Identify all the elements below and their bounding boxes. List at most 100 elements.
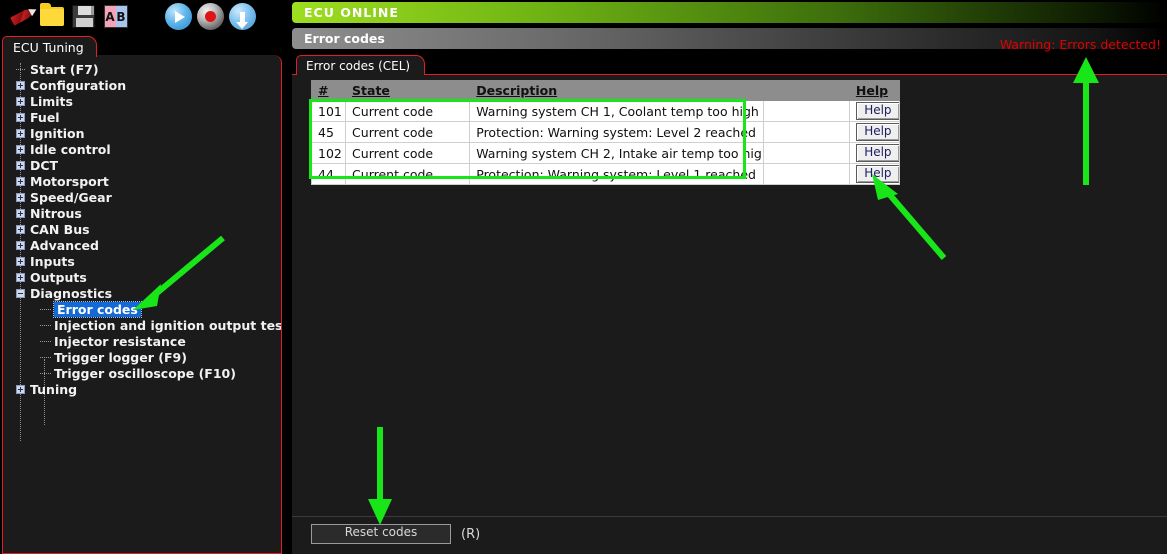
column-header-label: Description	[476, 83, 558, 98]
page-title: Error codes	[304, 31, 385, 46]
expand-plus-icon[interactable]	[16, 384, 25, 394]
column-header: Help	[848, 80, 901, 101]
sidebar-item-tuning[interactable]: Tuning	[13, 381, 281, 397]
column-header	[762, 80, 850, 101]
cell-description: Warning system CH 2, Intake air temp too…	[469, 142, 764, 164]
collapse-minus-icon[interactable]	[16, 288, 25, 298]
ecu-status-bar: ECU ONLINE	[292, 2, 1167, 23]
sidebar-item-injector-resistance[interactable]: Injector resistance	[13, 333, 281, 349]
ecu-tuning-window: AB ECU Tuning Start (F7) Configuration Lim…	[0, 0, 1167, 554]
cell-help: Help	[848, 142, 901, 164]
pen-tool-icon[interactable]	[8, 3, 35, 30]
sidebar-item-label: DCT	[30, 157, 59, 173]
sidebar-item-nitrous[interactable]: Nitrous	[13, 205, 281, 221]
expand-plus-icon[interactable]	[16, 160, 25, 170]
help-button[interactable]: Help	[855, 102, 899, 120]
column-header-label: Help	[855, 83, 889, 98]
sidebar-item-label: Inputs	[30, 253, 75, 269]
tree-leaf-icon	[40, 337, 51, 346]
sidebar-item-start-f7[interactable]: Start (F7)	[13, 61, 281, 77]
sidebar-item-label: Trigger oscilloscope (F10)	[54, 365, 236, 381]
toolbar: AB	[0, 0, 288, 33]
cell-num: 45	[310, 121, 347, 143]
sidebar-item-outputs[interactable]: Outputs	[13, 269, 281, 285]
sidebar-item-label: Speed/Gear	[30, 189, 112, 205]
expand-plus-icon[interactable]	[16, 192, 25, 202]
expand-plus-icon[interactable]	[16, 128, 25, 138]
error-codes-table-wrapper: # State Description Help 101 Current code War…	[310, 80, 901, 185]
sidebar-item-label: Limits	[30, 93, 73, 109]
sidebar-item-fuel[interactable]: Fuel	[13, 109, 281, 125]
column-header: #	[310, 80, 347, 101]
save-floppy-icon[interactable]	[70, 3, 97, 30]
help-button[interactable]: Help	[855, 123, 899, 141]
expand-plus-icon[interactable]	[16, 112, 25, 122]
sidebar-item-label: Ignition	[30, 125, 85, 141]
table-row[interactable]: 102 Current code Warning system CH 2, Inta…	[310, 142, 901, 164]
sidebar-item-label: Start (F7)	[30, 61, 99, 77]
expand-plus-icon[interactable]	[16, 208, 25, 218]
tree-leaf-icon	[40, 321, 51, 330]
reset-codes-button[interactable]: Reset codes	[311, 524, 451, 544]
error-codes-table: # State Description Help 101 Current code War…	[310, 80, 901, 185]
table-row[interactable]: 44 Current code Protection: Warning system…	[310, 163, 901, 185]
sidebar-item-diagnostics[interactable]: Diagnostics	[13, 285, 281, 301]
table-header-row: # State Description Help	[310, 80, 901, 101]
sidebar-item-inputs[interactable]: Inputs	[13, 253, 281, 269]
ab-compare-icon[interactable]: AB	[102, 3, 129, 30]
sidebar-item-advanced[interactable]: Advanced	[13, 237, 281, 253]
help-button[interactable]: Help	[855, 144, 899, 162]
expand-plus-icon[interactable]	[16, 272, 25, 282]
column-header-label: State	[352, 83, 390, 98]
cell-help: Help	[848, 100, 901, 122]
sidebar-item-error-codes[interactable]: Error codes	[13, 300, 281, 318]
table-row[interactable]: 101 Current code Warning system CH 1, Cool…	[310, 100, 901, 122]
tab-error-codes-cel[interactable]: Error codes (CEL)	[296, 55, 426, 75]
sidebar-item-label: Injection and ignition output test	[54, 317, 282, 333]
cell-state: Current code	[345, 121, 471, 143]
sidebar-item-label: Error codes	[53, 300, 142, 318]
sidebar-item-speed-gear[interactable]: Speed/Gear	[13, 189, 281, 205]
sidebar-item-configuration[interactable]: Configuration	[13, 77, 281, 93]
expand-plus-icon[interactable]	[16, 176, 25, 186]
download-icon[interactable]	[229, 3, 256, 30]
expand-plus-icon[interactable]	[16, 240, 25, 250]
expand-plus-icon[interactable]	[16, 256, 25, 266]
expand-plus-icon[interactable]	[16, 144, 25, 154]
cell-blank	[762, 142, 850, 164]
sidebar-item-label: Nitrous	[30, 205, 82, 221]
sidebar-item-dct[interactable]: DCT	[13, 157, 281, 173]
sidebar-item-injection-and-ignition-output-test[interactable]: Injection and ignition output test	[13, 317, 281, 333]
cell-blank	[762, 100, 850, 122]
help-button[interactable]: Help	[855, 165, 899, 183]
warning-message: Warning: Errors detected!	[999, 37, 1161, 52]
sidebar-item-label: Injector resistance	[54, 333, 186, 349]
tree-leaf-icon	[40, 305, 51, 314]
sidebar-item-limits[interactable]: Limits	[13, 93, 281, 109]
expand-plus-icon[interactable]	[16, 96, 25, 106]
sidebar-item-idle-control[interactable]: Idle control	[13, 141, 281, 157]
tab-ecu-tuning[interactable]: ECU Tuning	[2, 36, 97, 57]
sidebar-item-label: Fuel	[30, 109, 60, 125]
folder-open-icon[interactable]	[38, 3, 65, 30]
reset-shortcut-label: (R)	[461, 526, 481, 542]
sidebar-item-trigger-logger-f9[interactable]: Trigger logger (F9)	[13, 349, 281, 365]
column-header-label: #	[318, 83, 329, 98]
sidebar-item-label: Trigger logger (F9)	[54, 349, 187, 365]
table-row[interactable]: 45 Current code Protection: Warning system…	[310, 121, 901, 143]
cell-description: Protection: Warning system: Level 2 reac…	[469, 121, 764, 143]
sidebar-item-label: Configuration	[30, 77, 127, 93]
column-header: State	[345, 80, 471, 101]
sidebar-item-can-bus[interactable]: CAN Bus	[13, 221, 281, 237]
sidebar-item-trigger-oscilloscope-f10[interactable]: Trigger oscilloscope (F10)	[13, 365, 281, 381]
sidebar-item-ignition[interactable]: Ignition	[13, 125, 281, 141]
play-icon[interactable]	[165, 3, 192, 30]
record-icon[interactable]	[197, 3, 224, 30]
expand-plus-icon[interactable]	[16, 80, 25, 90]
ecu-status-label: ECU ONLINE	[304, 5, 399, 20]
sidebar-item-label: CAN Bus	[30, 221, 90, 237]
expand-plus-icon[interactable]	[16, 224, 25, 234]
sidebar-item-motorsport[interactable]: Motorsport	[13, 173, 281, 189]
cell-state: Current code	[345, 163, 471, 185]
navigation-tree: Start (F7) Configuration Limits Fuel Ignitio…	[3, 55, 281, 397]
